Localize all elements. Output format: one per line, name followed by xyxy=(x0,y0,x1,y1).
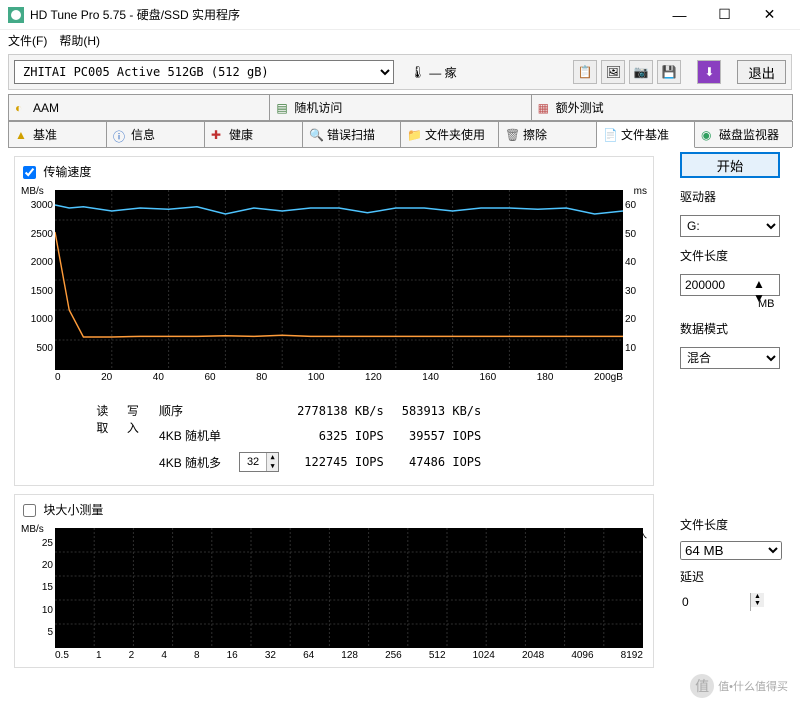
menu-bar: 文件(F) 帮助(H) xyxy=(0,30,800,52)
tab-icon: ▲ xyxy=(15,128,29,142)
transfer-chart: MB/s ms 30002500200015001000500 60504030… xyxy=(15,186,653,389)
datamode-select[interactable]: 混合 xyxy=(680,347,780,369)
tab-icon: ✚ xyxy=(211,128,225,142)
menu-file[interactable]: 文件(F) xyxy=(8,32,47,50)
tab-row-2: ▲基准ⓘ信息✚健康🔍错误扫描📁文件夹使用🗑擦除📄文件基准◉磁盘监视器 xyxy=(8,121,792,148)
block-panel: 块大小测量 MB/s 读取 写入 252015105 0.51248163264… xyxy=(14,494,654,668)
transfer-speed-label: 传输速度 xyxy=(43,165,91,179)
app-icon xyxy=(8,7,24,23)
tab-icon: ◉ xyxy=(701,128,715,142)
thread-count-spinner[interactable]: ▲▼ xyxy=(239,452,279,472)
table-row: 顺序2778138 KB/s583913 KB/s xyxy=(151,399,489,422)
filelen2-label: 文件长度 xyxy=(680,516,782,533)
tab-随机访问[interactable]: ▤随机访问 xyxy=(269,94,531,120)
block-size-checkbox[interactable] xyxy=(23,504,36,517)
drive-letter-select[interactable]: G: xyxy=(680,215,780,237)
toolbar: ZHITAI PC005 Active 512GB (512 gB) 🌡 — 瘃… xyxy=(8,54,792,90)
options-button[interactable]: ⬇ xyxy=(697,60,721,84)
tab-icon: 📁 xyxy=(407,128,421,142)
tab-基准[interactable]: ▲基准 xyxy=(8,121,107,147)
tab-文件基准[interactable]: 📄文件基准 xyxy=(596,121,695,148)
save-button[interactable]: 💾 xyxy=(657,60,681,84)
table-row: 4KB 随机单6325 IOPS39557 IOPS xyxy=(151,424,489,447)
tab-擦除[interactable]: 🗑擦除 xyxy=(498,121,597,147)
side-controls: 开始 驱动器 G: 文件长度 ▲▼ MB 数据模式 混合 xyxy=(680,152,782,369)
transfer-panel: 传输速度 MB/s ms 30002500200015001000500 605… xyxy=(14,156,654,486)
screenshot-button[interactable]: 📷 xyxy=(629,60,653,84)
tab-磁盘监视器[interactable]: ◉磁盘监视器 xyxy=(694,121,793,147)
tab-icon: 🔍 xyxy=(309,128,323,142)
side-controls-2: 文件长度 64 MB 延迟 ▲▼ xyxy=(680,516,782,611)
title-bar: HD Tune Pro 5.75 - 硬盘/SSD 实用程序 — ☐ ✕ xyxy=(0,0,800,30)
tab-icon: 🗑 xyxy=(505,128,519,142)
drive-select[interactable]: ZHITAI PC005 Active 512GB (512 gB) xyxy=(14,60,394,84)
block-y-unit: MB/s xyxy=(21,524,44,535)
start-button[interactable]: 开始 xyxy=(680,152,780,178)
tab-icon: ▤ xyxy=(276,101,290,115)
tab-AAM[interactable]: ◐AAM xyxy=(8,94,270,120)
tab-健康[interactable]: ✚健康 xyxy=(204,121,303,147)
block-chart: MB/s 读取 写入 252015105 0.51248163264128256… xyxy=(15,524,653,667)
table-row: 4KB 随机多▲▼122745 IOPS47486 IOPS xyxy=(151,449,489,475)
tab-信息[interactable]: ⓘ信息 xyxy=(106,121,205,147)
tab-icon: ▦ xyxy=(538,101,552,115)
block-size-label: 块大小测量 xyxy=(43,503,103,517)
results-table: 读取写入 顺序2778138 KB/s583913 KB/s4KB 随机单632… xyxy=(15,389,653,485)
minimize-button[interactable]: — xyxy=(657,0,702,30)
window-title: HD Tune Pro 5.75 - 硬盘/SSD 实用程序 xyxy=(30,6,657,23)
drive-label: 驱动器 xyxy=(680,188,782,205)
copy-image-button[interactable]: 🖼 xyxy=(601,60,625,84)
copy-text-button[interactable]: 📋 xyxy=(573,60,597,84)
filelen-input[interactable]: ▲▼ xyxy=(680,274,780,296)
exit-button[interactable]: 退出 xyxy=(737,60,786,84)
tab-icon: ⓘ xyxy=(113,128,127,142)
delay-input[interactable]: ▲▼ xyxy=(680,593,782,611)
tab-错误扫描[interactable]: 🔍错误扫描 xyxy=(302,121,401,147)
menu-help[interactable]: 帮助(H) xyxy=(59,32,100,50)
y2-axis-unit: ms xyxy=(634,186,647,197)
maximize-button[interactable]: ☐ xyxy=(702,0,747,30)
filelen-label: 文件长度 xyxy=(680,247,782,264)
tab-icon: ◐ xyxy=(15,101,29,115)
watermark: 值值•什么值得买 xyxy=(690,674,788,698)
y-axis-unit: MB/s xyxy=(21,186,44,197)
tab-row-1: ◐AAM▤随机访问▦额外测试 xyxy=(8,94,792,121)
tab-icon: 📄 xyxy=(603,128,617,142)
delay-label: 延迟 xyxy=(680,568,782,585)
thermometer-icon: 🌡 xyxy=(410,65,425,79)
tab-额外测试[interactable]: ▦额外测试 xyxy=(531,94,793,120)
tab-文件夹使用[interactable]: 📁文件夹使用 xyxy=(400,121,499,147)
transfer-speed-checkbox[interactable] xyxy=(23,166,36,179)
datamode-label: 数据模式 xyxy=(680,320,782,337)
temperature-value: — 瘃 xyxy=(429,64,456,81)
close-button[interactable]: ✕ xyxy=(747,0,792,30)
filelen2-select[interactable]: 64 MB xyxy=(680,541,782,560)
